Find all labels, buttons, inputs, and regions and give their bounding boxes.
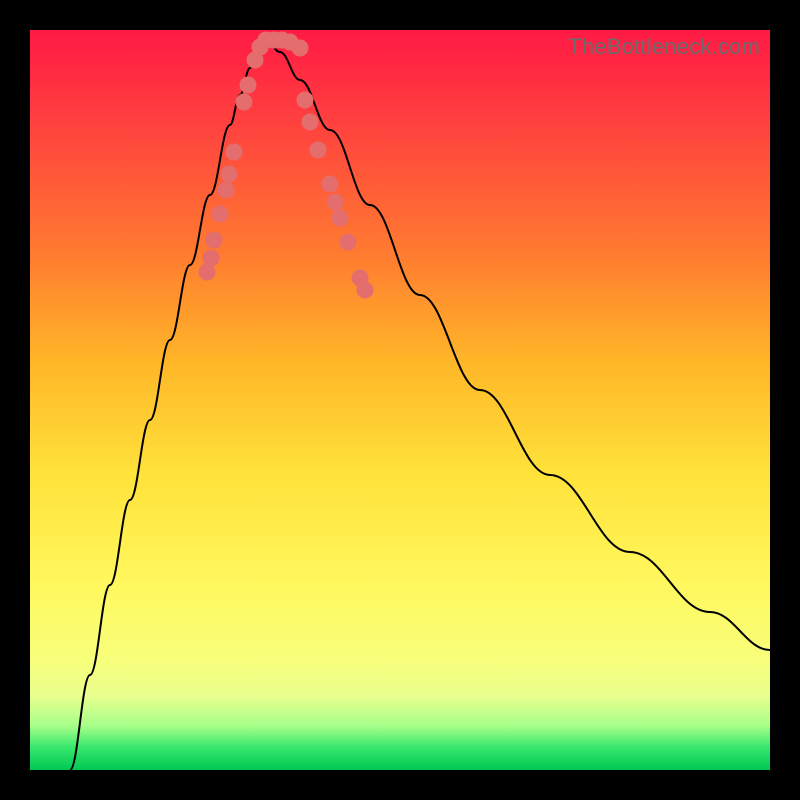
benchmark-dot [297,92,313,108]
benchmark-dot [221,166,237,182]
benchmark-dot [203,250,219,266]
chart-frame: TheBottleneck.com [30,30,770,770]
benchmark-dot [236,94,252,110]
benchmark-dot [322,176,338,192]
benchmark-dot [292,40,308,56]
curve-right [266,40,770,650]
benchmark-dot [212,206,228,222]
benchmark-dot [332,210,348,226]
benchmark-dot [218,182,234,198]
benchmark-dot [199,264,215,280]
benchmark-dot [206,232,222,248]
dots-group [199,32,373,298]
benchmark-dot [240,77,256,93]
bottleneck-chart [30,30,770,770]
benchmark-dot [302,114,318,130]
benchmark-dot [340,234,356,250]
curve-group [70,40,770,770]
benchmark-dot [327,194,343,210]
benchmark-dot [226,144,242,160]
benchmark-dot [310,142,326,158]
benchmark-dot [357,282,373,298]
